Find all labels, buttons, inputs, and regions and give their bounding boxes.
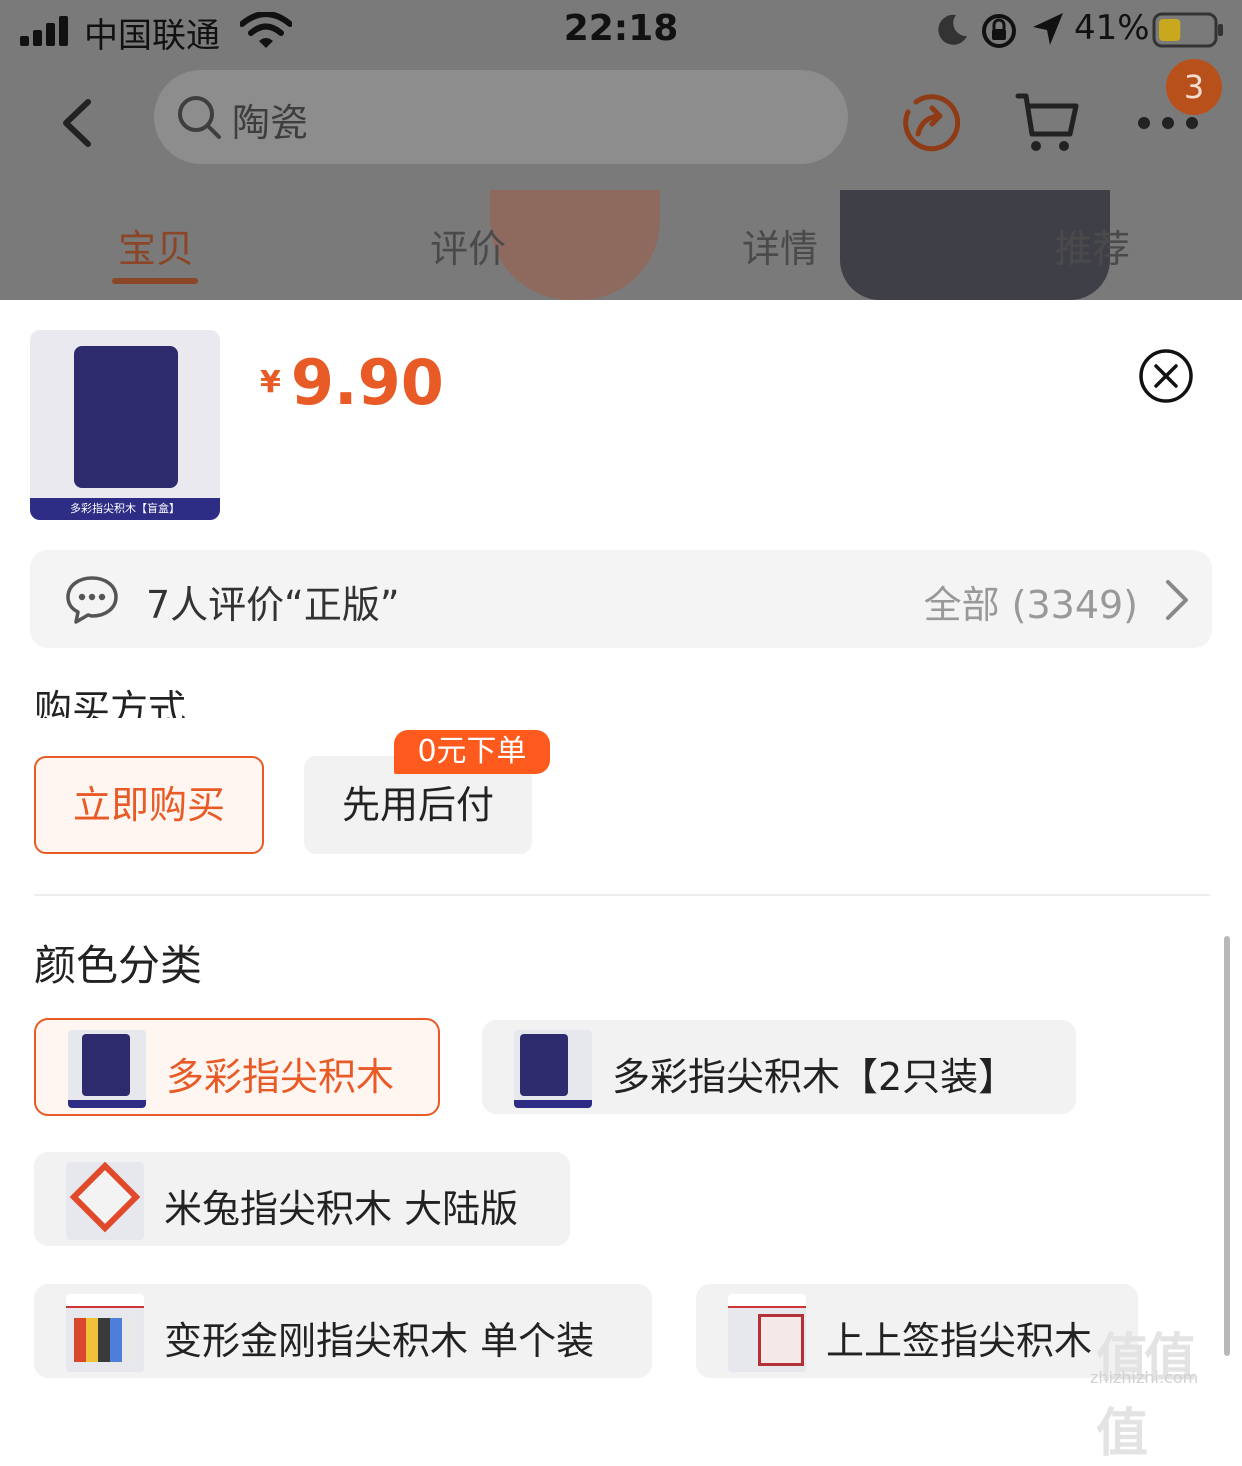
thumbnail-caption: 多彩指尖积木【盲盒】 — [30, 498, 220, 520]
watermark-url: zhizhizhi.com — [1090, 1368, 1199, 1387]
variant-label: 变形金刚指尖积木 单个装 — [164, 1319, 595, 1363]
variant-thumbnail — [66, 1294, 144, 1372]
do-not-disturb-moon-icon — [938, 14, 967, 45]
price: ¥9.90 — [260, 346, 444, 419]
chat-bubble-icon — [66, 576, 118, 624]
divider — [34, 894, 1210, 896]
search-icon — [178, 96, 221, 139]
variant-option-transformers[interactable]: 变形金刚指尖积木 单个装 — [34, 1284, 652, 1378]
share-icon[interactable] — [894, 92, 960, 158]
location-arrow-icon — [1033, 13, 1063, 45]
rotation-lock-icon — [982, 14, 1016, 48]
review-summary-bar[interactable]: 7人评价“正版” 全部 (3349) — [30, 550, 1212, 648]
product-package-image — [74, 346, 178, 488]
buy-now-option[interactable]: 立即购买 — [34, 756, 264, 854]
variant-option-colorful[interactable]: 多彩指尖积木 — [34, 1018, 440, 1116]
variant-label: 多彩指尖积木【2只装】 — [612, 1055, 1017, 1099]
tab-recommend[interactable]: 推荐 — [1002, 218, 1182, 273]
battery-icon — [1152, 12, 1223, 48]
color-category-title: 颜色分类 — [34, 941, 203, 990]
scrollbar[interactable] — [1224, 936, 1230, 1356]
top-navigation-bar: 陶瓷 3 — [0, 59, 1242, 182]
variant-option-colorful-2pack[interactable]: 多彩指尖积木【2只装】 — [482, 1020, 1076, 1114]
buy-method-title: 购买方式 — [34, 687, 187, 718]
more-icon[interactable] — [1136, 112, 1200, 134]
variant-label: 米兔指尖积木 大陆版 — [164, 1187, 519, 1231]
review-highlight: 7人评价“正版” — [146, 583, 400, 627]
dimmed-product-page[interactable]: 中国联通 22:18 41% 陶瓷 3 宝贝 评价 详情 推荐 — [0, 0, 1242, 300]
variant-thumbnail — [68, 1030, 146, 1108]
tab-item[interactable]: 宝贝 — [66, 218, 246, 273]
status-bar: 中国联通 22:18 41% — [0, 0, 1242, 62]
variant-thumbnail — [728, 1294, 806, 1372]
variant-label: 上上签指尖积木 — [826, 1319, 1093, 1363]
variant-label: 多彩指尖积木 — [166, 1055, 395, 1099]
sku-selection-sheet: 多彩指尖积木【盲盒】 ¥9.90 7人评价“正版” 全部 (3349) 购买方式… — [0, 300, 1242, 1464]
product-tabs: 宝贝 评价 详情 推荐 — [0, 200, 1242, 300]
notification-badge: 3 — [1166, 59, 1222, 115]
chevron-right-icon — [1166, 580, 1188, 620]
close-icon[interactable] — [1138, 348, 1194, 404]
tab-details[interactable]: 详情 — [690, 218, 870, 273]
tab-reviews[interactable]: 评价 — [378, 218, 558, 273]
review-total-count[interactable]: 全部 (3349) — [924, 574, 1138, 629]
price-value: 9.90 — [290, 346, 444, 419]
back-icon[interactable] — [54, 98, 98, 148]
search-text: 陶瓷 — [232, 101, 309, 145]
currency-symbol: ¥ — [260, 365, 281, 400]
search-input[interactable]: 陶瓷 — [154, 70, 848, 164]
zero-down-badge: 0元下单 — [394, 730, 550, 774]
variant-thumbnail — [66, 1162, 144, 1240]
variant-thumbnail — [514, 1030, 592, 1108]
cart-icon[interactable] — [1014, 90, 1080, 156]
variant-option-mitu[interactable]: 米兔指尖积木 大陆版 — [34, 1152, 570, 1246]
battery-percent: 41% — [1074, 8, 1150, 48]
product-thumbnail[interactable]: 多彩指尖积木【盲盒】 — [30, 330, 220, 520]
active-tab-indicator — [112, 278, 198, 284]
variant-option-shangshangqian[interactable]: 上上签指尖积木 — [696, 1284, 1138, 1378]
